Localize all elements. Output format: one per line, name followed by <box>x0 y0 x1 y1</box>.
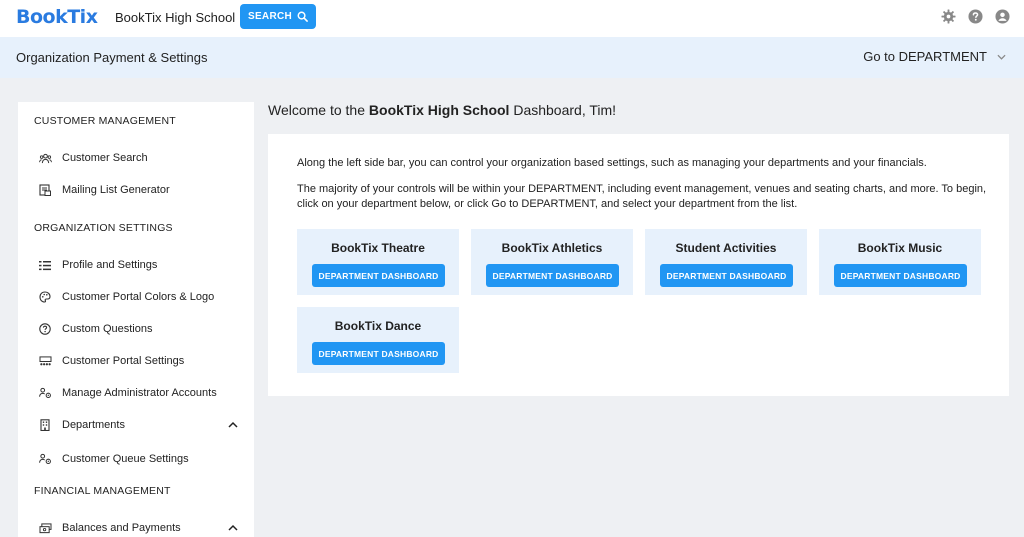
sidebar-item-customer-portal-colors-logo[interactable]: Customer Portal Colors & Logo <box>38 286 244 308</box>
sidebar-section-organization-settings: ORGANIZATION SETTINGS <box>34 222 173 234</box>
department-name: BookTix Dance <box>334 319 422 333</box>
go-to-department-label: Go to DEPARTMENT <box>863 49 987 64</box>
building-icon <box>38 418 52 432</box>
page-title: Organization Payment & Settings <box>16 50 208 65</box>
question-circle-icon <box>38 322 52 336</box>
welcome-org-name: BookTix High School <box>368 102 510 118</box>
welcome-prefix: Welcome to the <box>268 102 369 118</box>
user-account-icon[interactable] <box>995 9 1010 24</box>
sidebar-item-label: Customer Queue Settings <box>62 453 189 465</box>
sidebar-item-label: Manage Administrator Accounts <box>62 387 217 399</box>
chevron-up-icon[interactable] <box>228 420 238 430</box>
sidebar-item-label: Balances and Payments <box>62 522 181 534</box>
chevron-up-icon[interactable] <box>228 523 238 533</box>
sidebar-item-departments[interactable]: Departments <box>38 414 244 436</box>
sidebar-item-customer-portal-settings[interactable]: Customer Portal Settings <box>38 350 244 372</box>
sidebar-item-label: Custom Questions <box>62 323 153 335</box>
sidebar-item-label: Mailing List Generator <box>62 184 170 196</box>
department-dashboard-button[interactable]: DEPARTMENT DASHBOARD <box>312 342 445 365</box>
help-icon[interactable] <box>968 9 983 24</box>
department-dashboard-button[interactable]: DEPARTMENT DASHBOARD <box>834 264 967 287</box>
department-card-dance: BookTix Dance DEPARTMENT DASHBOARD <box>297 307 459 373</box>
palette-icon <box>38 290 52 304</box>
sidebar-item-label: Customer Search <box>62 152 148 164</box>
sub-header: Organization Payment & Settings Go to DE… <box>0 37 1024 78</box>
department-card-music: BookTix Music DEPARTMENT DASHBOARD <box>819 229 981 295</box>
department-dashboard-button[interactable]: DEPARTMENT DASHBOARD <box>486 264 619 287</box>
portal-settings-icon <box>38 354 52 368</box>
mailing-list-icon <box>38 183 52 197</box>
user-gear-icon <box>38 386 52 400</box>
department-card-athletics: BookTix Athletics DEPARTMENT DASHBOARD <box>471 229 633 295</box>
top-bar: BookTix BookTix High School SEARCH <box>0 0 1024 37</box>
dashboard-panel: Along the left side bar, you can control… <box>268 134 1009 396</box>
sidebar-item-customer-search[interactable]: Customer Search <box>38 147 244 169</box>
booktix-logo[interactable]: BookTix <box>16 6 98 28</box>
department-name: BookTix Theatre <box>331 241 425 255</box>
department-name: BookTix Music <box>857 241 943 255</box>
sidebar-item-label: Profile and Settings <box>62 259 158 271</box>
sidebar: CUSTOMER MANAGEMENT Customer Search Mail… <box>18 102 254 537</box>
welcome-suffix: Dashboard, Tim! <box>509 102 617 118</box>
department-name: Student Activities <box>675 241 777 255</box>
department-name: BookTix Athletics <box>501 241 603 255</box>
sidebar-item-balances-and-payments[interactable]: Balances and Payments <box>38 517 244 537</box>
sidebar-section-financial-management: FINANCIAL MANAGEMENT <box>34 485 171 497</box>
list-icon <box>38 258 52 272</box>
queue-settings-icon <box>38 452 52 466</box>
welcome-heading: Welcome to the BookTix High School Dashb… <box>268 102 616 118</box>
sidebar-item-manage-administrator-accounts[interactable]: Manage Administrator Accounts <box>38 382 244 404</box>
sidebar-section-customer-management: CUSTOMER MANAGEMENT <box>34 115 176 127</box>
sidebar-item-mailing-list-generator[interactable]: Mailing List Generator <box>38 179 244 201</box>
gear-icon[interactable] <box>941 9 956 24</box>
sidebar-item-custom-questions[interactable]: Custom Questions <box>38 318 244 340</box>
department-card-theatre: BookTix Theatre DEPARTMENT DASHBOARD <box>297 229 459 295</box>
intro-paragraph-2: The majority of your controls will be wi… <box>297 183 987 210</box>
chevron-down-icon <box>997 54 1006 60</box>
sidebar-item-customer-queue-settings[interactable]: Customer Queue Settings <box>38 448 244 470</box>
search-icon <box>297 11 308 22</box>
sidebar-item-label: Departments <box>62 419 125 431</box>
search-button-label: SEARCH <box>247 11 293 22</box>
money-stack-icon <box>38 521 52 535</box>
search-button[interactable]: SEARCH <box>240 4 316 29</box>
sidebar-item-label: Customer Portal Settings <box>62 355 185 367</box>
users-icon <box>38 151 52 165</box>
sidebar-item-profile-and-settings[interactable]: Profile and Settings <box>38 254 244 276</box>
sidebar-item-label: Customer Portal Colors & Logo <box>62 291 215 303</box>
go-to-department-dropdown[interactable]: Go to DEPARTMENT <box>863 49 1006 64</box>
intro-paragraph-1: Along the left side bar, you can control… <box>297 157 927 169</box>
department-dashboard-button[interactable]: DEPARTMENT DASHBOARD <box>312 264 445 287</box>
department-card-student-activities: Student Activities DEPARTMENT DASHBOARD <box>645 229 807 295</box>
department-dashboard-button[interactable]: DEPARTMENT DASHBOARD <box>660 264 793 287</box>
organization-name: BookTix High School <box>115 10 236 25</box>
